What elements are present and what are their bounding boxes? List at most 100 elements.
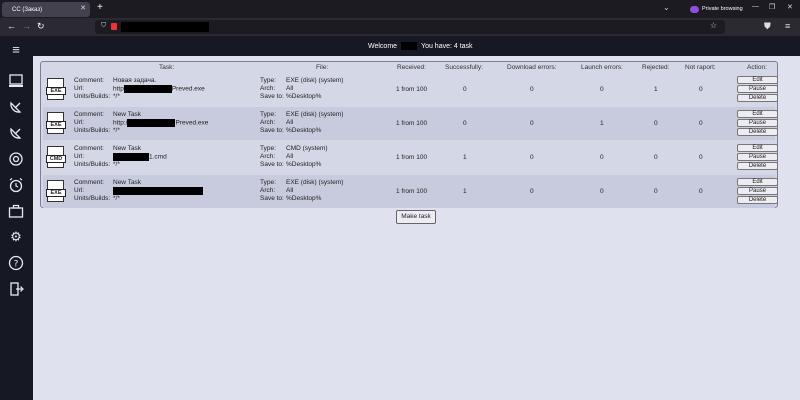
comment-label: Comment:: [74, 179, 104, 186]
bookmark-star-icon[interactable]: ☆: [710, 21, 717, 30]
type-label: Type:: [260, 77, 276, 84]
computer-icon[interactable]: [7, 72, 25, 90]
launch-errors-value: 0: [600, 154, 604, 161]
private-mask-icon: [690, 5, 699, 13]
forward-icon[interactable]: →: [22, 21, 31, 31]
welcome-label: Welcome: [368, 42, 398, 50]
download-errors-value: 0: [530, 188, 534, 195]
comment-label: Comment:: [74, 145, 104, 152]
help-icon[interactable]: ?: [7, 254, 25, 272]
redacted-url: [127, 119, 176, 127]
save-value: %Desktop%: [286, 161, 322, 168]
gear-icon[interactable]: ⚙: [7, 228, 25, 246]
redacted-url: [121, 22, 209, 32]
header-launch-errors: Launch errors:: [581, 64, 623, 71]
new-tab-icon[interactable]: +: [97, 2, 103, 13]
units-value: */*: [113, 127, 120, 134]
delete-button[interactable]: Delete: [737, 162, 778, 170]
redacted-url: [113, 187, 203, 195]
logout-icon[interactable]: [7, 280, 25, 298]
menu-icon[interactable]: ≡: [7, 40, 25, 58]
insecure-lock-icon[interactable]: [111, 23, 117, 30]
not-raport-value: 0: [699, 86, 703, 93]
tab-close-icon[interactable]: ✕: [80, 4, 86, 12]
url-label: Url:: [74, 119, 85, 126]
save-label: Save to:: [260, 127, 284, 134]
redacted-username: [401, 42, 418, 50]
header-task: Task:: [159, 64, 175, 71]
satellite-dish-icon[interactable]: [7, 98, 25, 116]
launch-errors-value: 0: [600, 86, 604, 93]
received-value: 1 from 100: [396, 188, 428, 195]
arch-label: Arch:: [260, 85, 276, 92]
rejected-value: 1: [654, 86, 658, 93]
successfully-value: 1: [463, 188, 467, 195]
header-rejected: Rejected:: [642, 64, 670, 71]
type-label: Type:: [260, 145, 276, 152]
url-label: Url:: [74, 187, 85, 194]
url-bar[interactable]: ⛉ ☆: [95, 20, 725, 34]
not-raport-value: 0: [699, 188, 703, 195]
extensions-icon[interactable]: ⛊: [764, 21, 771, 32]
pause-button[interactable]: Pause: [737, 187, 778, 195]
download-errors-value: 0: [530, 154, 534, 161]
exe-file-icon: EXE: [46, 112, 66, 134]
header-file: File:: [316, 64, 329, 71]
menu-icon[interactable]: ≡: [785, 21, 790, 31]
minimize-icon[interactable]: —: [752, 3, 759, 10]
delete-button[interactable]: Delete: [737, 128, 778, 136]
comment-value: New Task: [113, 111, 142, 118]
download-errors-value: 0: [530, 86, 534, 93]
successfully-value: 0: [463, 86, 467, 93]
rejected-value: 0: [654, 188, 658, 195]
briefcase-icon[interactable]: [7, 202, 25, 220]
rejected-value: 0: [654, 154, 658, 161]
not-raport-value: 0: [699, 154, 703, 161]
edit-button[interactable]: Edit: [737, 144, 778, 152]
url-label: Url:: [74, 153, 85, 160]
satellite-dish-icon[interactable]: [7, 124, 25, 142]
header-successfully: Successfully:: [445, 64, 483, 71]
target-icon[interactable]: [7, 150, 25, 168]
edit-button[interactable]: Edit: [737, 110, 778, 118]
comment-label: Comment:: [74, 77, 104, 84]
url-value: [113, 187, 203, 195]
private-browsing-indicator: Private browsing: [690, 3, 750, 15]
type-label: Type:: [260, 111, 276, 118]
edit-button[interactable]: Edit: [737, 178, 778, 186]
delete-button[interactable]: Delete: [737, 94, 778, 102]
browser-tab[interactable]: CC (Заказ) ✕: [2, 2, 90, 17]
alarm-icon[interactable]: [7, 176, 25, 194]
pause-button[interactable]: Pause: [737, 85, 778, 93]
tasks-table: Task: File: Received: Successfully: Down…: [40, 61, 778, 208]
private-browsing-label: Private browsing: [702, 6, 743, 12]
units-value: */*: [113, 93, 120, 100]
edit-button[interactable]: Edit: [737, 76, 778, 84]
sidebar: ≡ ⚙ ?: [0, 36, 33, 400]
task-count-label: You have: 4 task: [421, 42, 473, 50]
save-value: %Desktop%: [286, 127, 322, 134]
redacted-url: [123, 85, 172, 93]
successfully-value: 1: [463, 154, 467, 161]
table-row: EXE Comment: New Task Url: Units/Builds:…: [43, 175, 778, 208]
make-task-button[interactable]: Make task: [396, 210, 436, 224]
pause-button[interactable]: Pause: [737, 153, 778, 161]
url-label: Url:: [74, 85, 85, 92]
back-icon[interactable]: ←: [7, 21, 16, 31]
top-bar: Welcome You have: 4 task: [33, 36, 800, 56]
reload-icon[interactable]: ↻: [37, 21, 45, 32]
restore-icon[interactable]: ❐: [769, 3, 775, 11]
pause-button[interactable]: Pause: [737, 119, 778, 127]
download-errors-value: 0: [530, 120, 534, 127]
close-window-icon[interactable]: ✕: [787, 3, 793, 11]
delete-button[interactable]: Delete: [737, 196, 778, 204]
svg-text:?: ?: [14, 260, 19, 270]
arch-label: Arch:: [260, 119, 276, 126]
table-row: EXE Comment: Новая задача. Url: http Prev…: [43, 73, 778, 106]
type-label: Type:: [260, 179, 276, 186]
tab-list-chevron-icon[interactable]: ⌄: [663, 3, 670, 12]
save-label: Save to:: [260, 93, 284, 100]
shield-icon[interactable]: ⛉: [101, 22, 106, 30]
received-value: 1 from 100: [396, 154, 428, 161]
rejected-value: 0: [654, 120, 658, 127]
